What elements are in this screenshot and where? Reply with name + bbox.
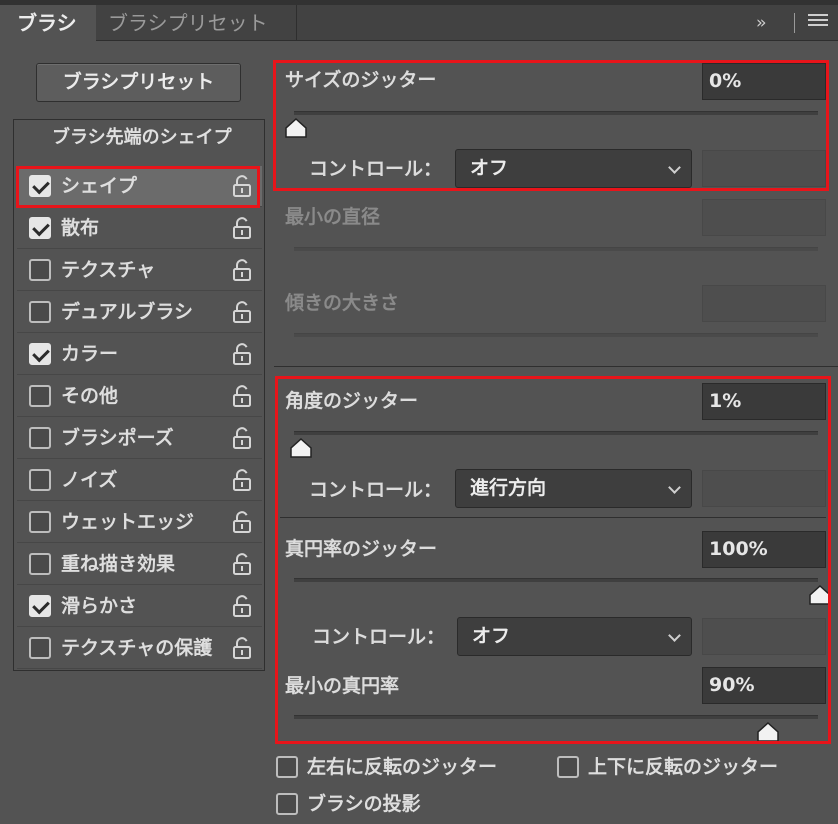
unlock-icon[interactable] — [232, 552, 252, 576]
unlock-icon[interactable] — [232, 468, 252, 492]
unlock-icon[interactable] — [232, 216, 252, 240]
option-label: カラー — [61, 343, 119, 365]
option-checkbox[interactable] — [29, 217, 51, 239]
option-label: テクスチャ — [61, 259, 156, 281]
option-row[interactable]: ウェットエッジ — [17, 502, 262, 543]
toolbar-divider — [794, 13, 795, 33]
unlock-icon[interactable] — [232, 300, 252, 324]
min-diameter-label: 最小の直径 — [285, 206, 381, 228]
option-label: デュアルブラシ — [61, 301, 194, 323]
option-label: テクスチャの保護 — [61, 637, 213, 659]
option-row[interactable]: テクスチャの保護 — [17, 628, 262, 669]
option-checkbox[interactable] — [29, 427, 51, 449]
option-label: その他 — [61, 385, 119, 407]
option-row[interactable]: カラー — [17, 334, 262, 375]
option-checkbox[interactable] — [29, 469, 51, 491]
section-divider — [274, 366, 838, 367]
option-checkbox[interactable] — [29, 637, 51, 659]
brush-projection-checkbox[interactable] — [276, 793, 298, 815]
option-row[interactable]: 散布 — [17, 208, 262, 249]
unlock-icon[interactable] — [232, 426, 252, 450]
option-checkbox[interactable] — [29, 259, 51, 281]
option-checkbox[interactable] — [29, 511, 51, 533]
option-row[interactable]: 重ね描き効果 — [17, 544, 262, 585]
min-diameter-field — [702, 199, 826, 236]
flip-y-label: 上下に反転のジッター — [588, 756, 779, 778]
tilt-scale-slider — [294, 333, 818, 337]
unlock-icon[interactable] — [232, 594, 252, 618]
collapse-icon[interactable]: ›› — [756, 5, 766, 41]
option-label: ブラシポーズ — [61, 427, 174, 449]
flip-y-checkbox[interactable] — [557, 756, 579, 778]
option-label: ノイズ — [61, 469, 118, 491]
option-checkbox[interactable] — [29, 385, 51, 407]
brush-projection-label: ブラシの投影 — [307, 793, 421, 815]
option-row[interactable]: ノイズ — [17, 460, 262, 501]
option-checkbox[interactable] — [29, 553, 51, 575]
option-label: ウェットエッジ — [61, 511, 195, 533]
tilt-scale-field — [702, 285, 826, 322]
shape-highlight-box — [16, 166, 260, 208]
option-row[interactable]: テクスチャ — [17, 250, 262, 291]
option-row[interactable]: その他 — [17, 376, 262, 417]
unlock-icon[interactable] — [232, 258, 252, 282]
tab-brush-presets-label[interactable]: ブラシプリセット — [108, 5, 268, 41]
min-diameter-slider — [294, 247, 818, 251]
unlock-icon[interactable] — [232, 384, 252, 408]
unlock-icon[interactable] — [232, 342, 252, 366]
option-label: 滑らかさ — [61, 595, 138, 617]
option-row[interactable]: デュアルブラシ — [17, 292, 262, 333]
unlock-icon[interactable] — [232, 510, 252, 534]
option-checkbox[interactable] — [29, 595, 51, 617]
angle-roundness-highlight-box — [275, 376, 831, 744]
option-label: 重ね描き効果 — [61, 553, 176, 575]
option-label: 散布 — [61, 217, 100, 239]
flip-x-checkbox[interactable] — [276, 756, 298, 778]
brush-presets-button[interactable]: ブラシプリセット — [36, 63, 241, 102]
option-row[interactable]: 滑らかさ — [17, 586, 262, 627]
option-checkbox[interactable] — [29, 301, 51, 323]
flip-x-label: 左右に反転のジッター — [307, 756, 498, 778]
panel-menu-icon[interactable] — [808, 14, 828, 32]
brush-tip-shape-item[interactable]: ブラシ先端のシェイプ — [52, 124, 232, 152]
size-jitter-highlight-box — [273, 60, 829, 191]
option-checkbox[interactable] — [29, 343, 51, 365]
tab-brush-label[interactable]: ブラシ — [17, 5, 77, 41]
tab-separator — [296, 5, 297, 41]
option-row[interactable]: ブラシポーズ — [17, 418, 262, 459]
unlock-icon[interactable] — [232, 636, 252, 660]
tilt-scale-label: 傾きの大きさ — [285, 292, 400, 314]
